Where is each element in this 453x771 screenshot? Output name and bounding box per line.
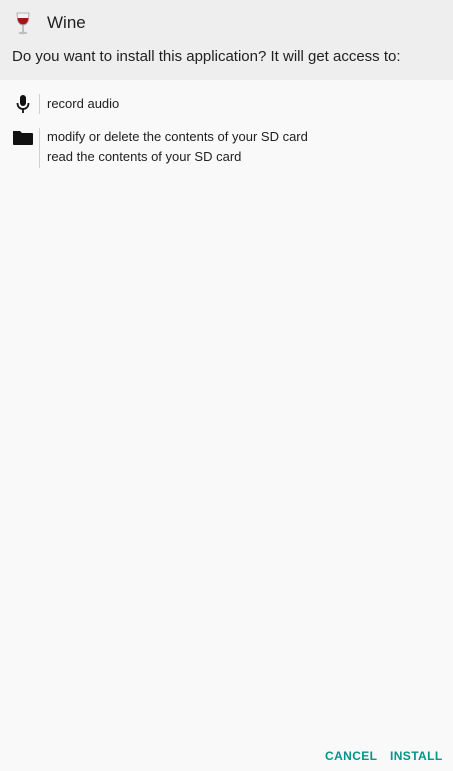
app-title-row — [12, 10, 34, 38]
permission-divider — [39, 128, 40, 168]
permission-divider — [39, 94, 40, 114]
app-name: Wine — [47, 13, 86, 32]
permission-group-storage: modify or delete the contents of your SD… — [0, 126, 453, 170]
install-button[interactable]: INSTALL — [390, 749, 443, 763]
cancel-button[interactable]: CANCEL — [325, 749, 377, 763]
install-question: Do you want to install this application?… — [12, 48, 401, 65]
permission-modify-sd: modify or delete the contents of your SD… — [47, 129, 308, 144]
permission-record-audio: record audio — [47, 96, 120, 111]
folder-icon — [12, 127, 34, 149]
wine-glass-icon — [12, 11, 34, 37]
permission-read-sd: read the contents of your SD card — [47, 149, 242, 164]
install-header: Wine Do you want to install this applica… — [0, 0, 453, 80]
microphone-icon — [12, 93, 34, 115]
permission-group-microphone: record audio — [0, 92, 453, 116]
